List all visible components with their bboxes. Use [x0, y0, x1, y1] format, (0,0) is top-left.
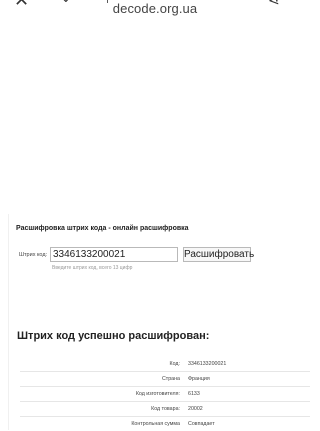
share-icon[interactable]: ⋖ [268, 0, 280, 9]
ad-placeholder [8, 24, 310, 214]
row-value: 3346133200021 [184, 357, 310, 372]
barcode-input[interactable] [50, 247, 178, 262]
row-label: Контрольная сумма [20, 417, 184, 431]
result-heading: Штрих код успешно расшифрован: [17, 330, 209, 342]
row-value: 20002 [184, 402, 310, 417]
table-row: Код товара: 20002 [20, 402, 310, 417]
row-label: Страна [20, 372, 184, 387]
row-label: Код товара: [20, 402, 184, 417]
row-value: Совпадает [184, 417, 310, 431]
table-row: Контрольная сумма Совпадает [20, 417, 310, 431]
barcode-label: Штрих код: [19, 252, 47, 258]
input-hint: Введите штрих код, всего 13 цифр [52, 265, 132, 271]
table-row: Страна Франция [20, 372, 310, 387]
table-row: Код: 3346133200021 [20, 357, 310, 372]
url-address[interactable]: decode.org.ua [0, 1, 310, 16]
row-value: 6133 [184, 387, 310, 402]
section-heading: Расшифровка штрих кода - онлайн расшифро… [16, 225, 189, 232]
results-table: Код: 3346133200021 Страна Франция Код из… [20, 357, 310, 431]
row-value: Франция [184, 372, 310, 387]
decode-button[interactable]: Расшифровать [183, 247, 251, 262]
row-label: Код изготовителя: [20, 387, 184, 402]
browser-toolbar: ✕ ⌄ ⊨ decode.org.ua ⋖ [0, 0, 310, 18]
row-label: Код: [20, 357, 184, 372]
table-row: Код изготовителя: 6133 [20, 387, 310, 402]
